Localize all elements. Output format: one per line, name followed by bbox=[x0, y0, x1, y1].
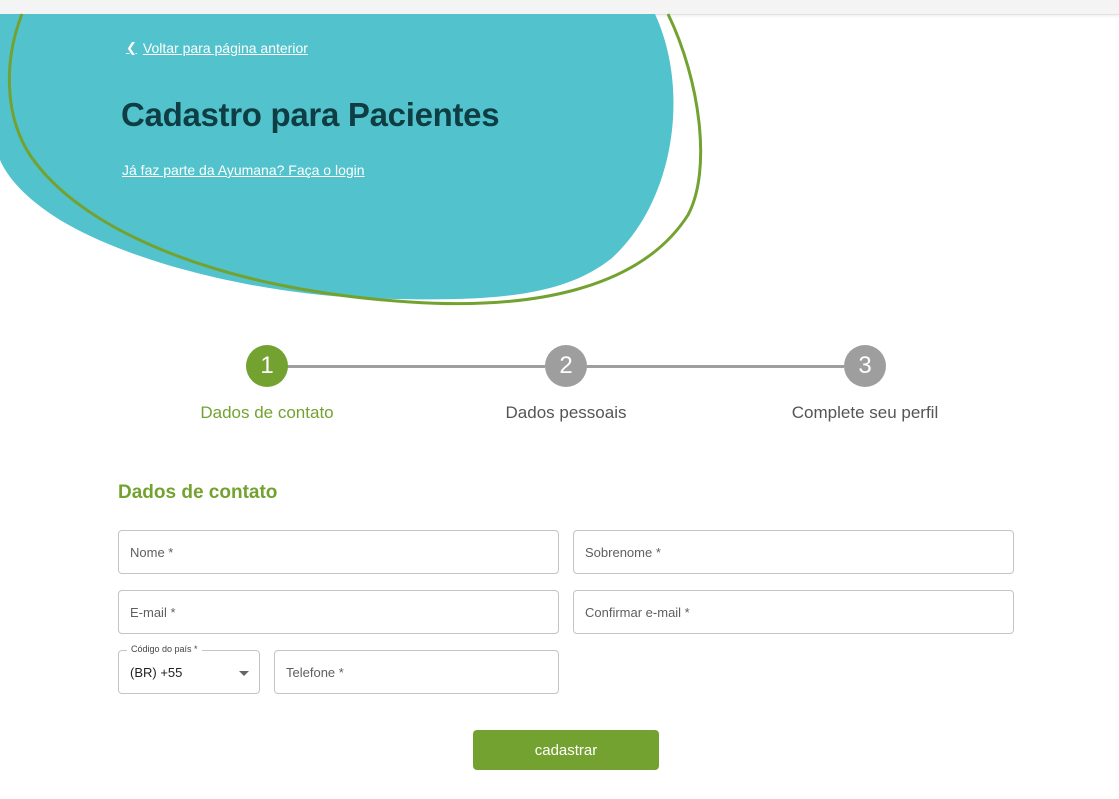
back-link[interactable]: ❮ Voltar para página anterior bbox=[126, 40, 308, 56]
chevron-left-icon: ❮ bbox=[126, 40, 137, 55]
step-3-label: Complete seu perfil bbox=[791, 403, 939, 422]
step-1-label: Dados de contato bbox=[200, 403, 334, 422]
caret-down-icon bbox=[239, 671, 249, 676]
login-link[interactable]: Já faz parte da Ayumana? Faça o login bbox=[122, 162, 365, 178]
country-code-label: Código do país * bbox=[127, 644, 202, 654]
hero-teal-shape bbox=[0, 14, 674, 300]
email-field bbox=[118, 590, 559, 634]
country-code-value: (BR) +55 bbox=[130, 665, 183, 680]
nome-input[interactable] bbox=[119, 531, 558, 573]
country-code-select[interactable]: Código do país * (BR) +55 bbox=[118, 644, 260, 694]
stepper-line-2 bbox=[586, 365, 844, 368]
cadastrar-button[interactable]: cadastrar bbox=[473, 730, 659, 770]
section-title: Dados de contato bbox=[118, 482, 278, 503]
page-title: Cadastro para Pacientes bbox=[121, 96, 500, 133]
step-3-circle: 3 bbox=[844, 345, 886, 387]
telefone-field bbox=[274, 650, 559, 694]
sobrenome-field bbox=[573, 530, 1014, 574]
hero-blob bbox=[0, 13, 703, 306]
stepper-line-1 bbox=[287, 365, 545, 368]
confirmar-email-input[interactable] bbox=[574, 591, 1013, 633]
email-input[interactable] bbox=[119, 591, 558, 633]
step-2-label: Dados pessoais bbox=[505, 403, 627, 422]
step-1-circle: 1 bbox=[246, 345, 288, 387]
back-link-label: Voltar para página anterior bbox=[142, 40, 308, 56]
sobrenome-input[interactable] bbox=[574, 531, 1013, 573]
nome-field bbox=[118, 530, 559, 574]
step-2-circle: 2 bbox=[545, 345, 587, 387]
confirmar-email-field bbox=[573, 590, 1014, 634]
telefone-input[interactable] bbox=[275, 651, 558, 693]
